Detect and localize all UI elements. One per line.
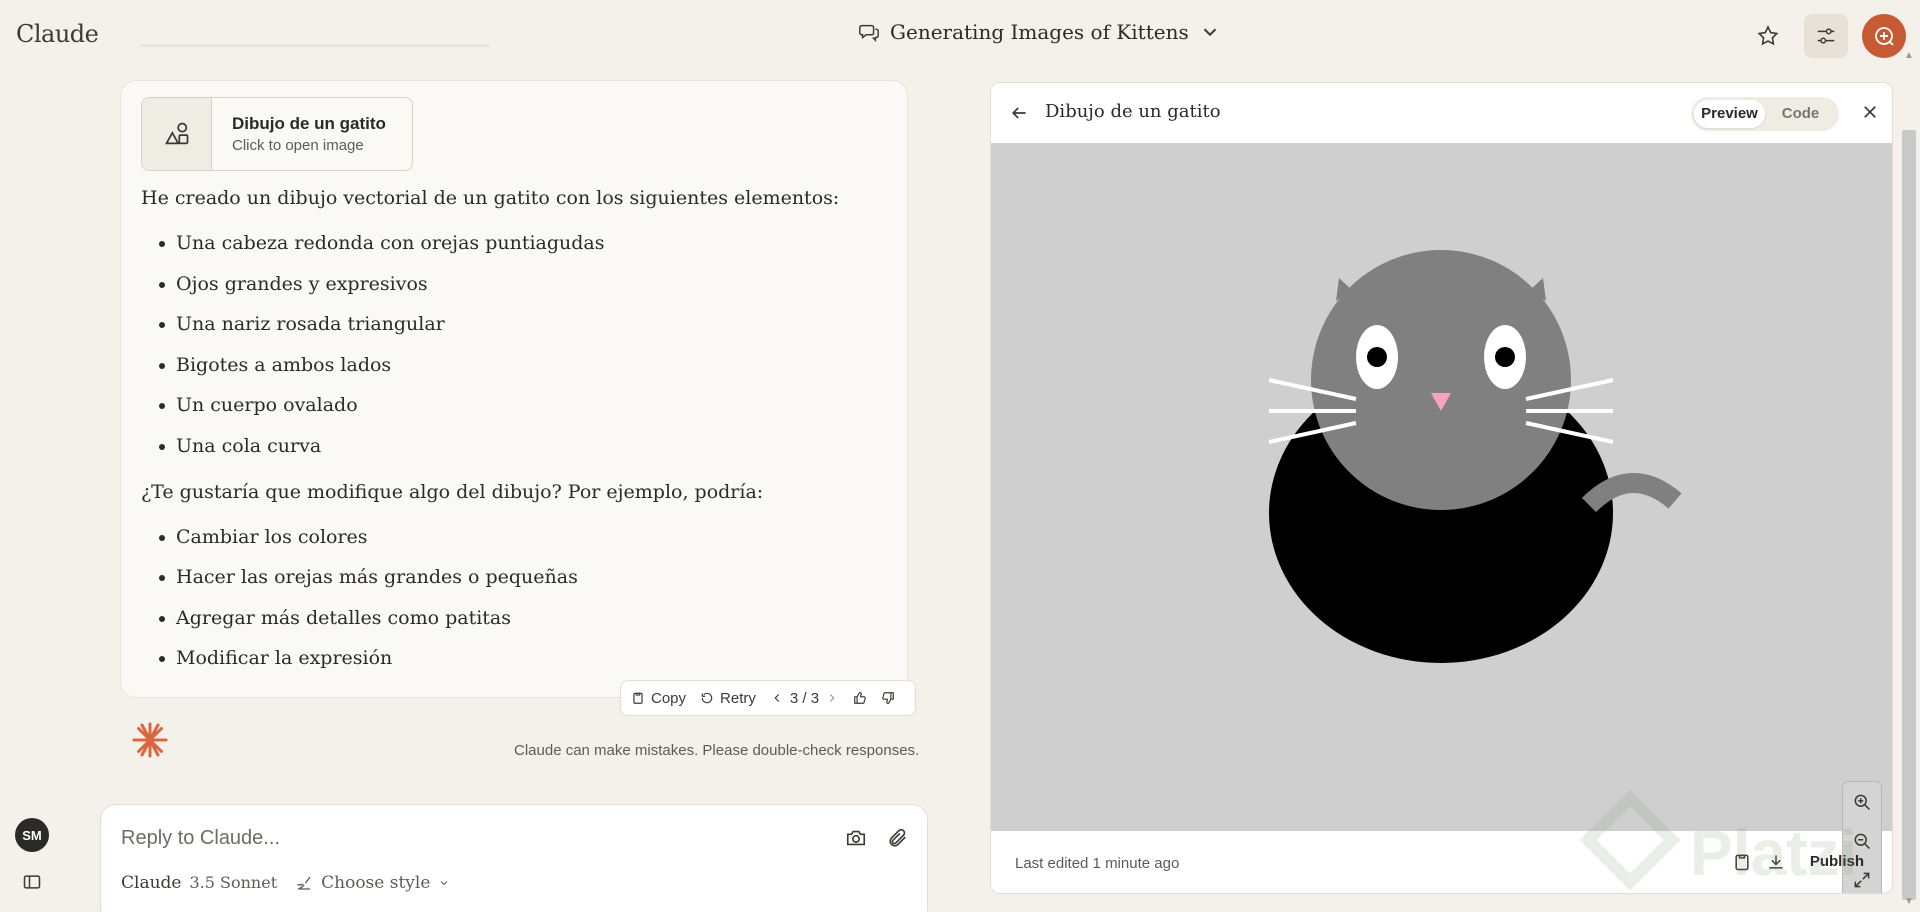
platzi-logo-icon [1579,789,1681,891]
list-item: Agregar más detalles como patitas [141,598,881,639]
model-name: Claude [121,873,182,893]
artifact-title: Dibujo de un gatito [1045,101,1221,122]
message-intro: He creado un dibujo vectorial de un gati… [141,187,840,209]
artifact-header: Dibujo de un gatito Preview Code [991,83,1892,143]
artifact-preview-canvas [991,143,1892,893]
artifact-chip[interactable]: Dibujo de un gatito Click to open image [141,97,413,171]
chevron-left-icon[interactable] [770,691,784,705]
chevron-down-icon [1203,28,1216,37]
kitten-right-pupil [1495,347,1515,367]
claude-asterisk-icon [132,722,168,758]
new-chat-icon [1875,27,1894,46]
response-pager: 3 / 3 [770,690,839,707]
chevron-right-icon[interactable] [825,691,839,705]
list-item: Una nariz rosada triangular [141,304,881,345]
last-edited-text: Last edited 1 minute ago [1015,855,1180,872]
list-item: Hacer las orejas más grandes o pequeñas [141,557,881,598]
view-toggle: Preview Code [1691,97,1839,131]
artifact-chip-subtitle: Click to open image [232,137,364,154]
settings-sliders-button[interactable] [1804,14,1848,58]
artifact-panel: Dibujo de un gatito Preview Code Last ed… [990,82,1893,894]
retry-button[interactable]: Retry [700,690,756,707]
shapes-icon [142,98,212,170]
kitten-drawing [1268,250,1682,663]
kitten-head [1311,250,1571,510]
message-action-bar: Copy Retry 3 / 3 [620,680,916,716]
elements-list: Una cabeza redonda con orejas puntiaguda… [141,223,881,467]
chevron-down-icon [441,881,448,886]
sidebar-toggle-icon[interactable] [22,872,42,892]
paperclip-icon[interactable] [887,827,909,849]
retry-icon [701,692,713,704]
pager-text: 3 / 3 [789,689,820,707]
copy-button[interactable]: Copy [631,690,686,707]
list-item: Una cabeza redonda con orejas puntiaguda… [141,223,881,264]
platzi-watermark: Platzi [1579,789,1910,900]
conversation-title-dropdown[interactable]: Generating Images of Kittens [858,20,1221,44]
thumbs-down-icon [882,692,894,704]
model-selector[interactable]: Claude 3.5 Sonnet [121,873,277,893]
list-item: Cambiar los colores [141,517,881,558]
new-chat-button[interactable] [1862,14,1906,58]
thumbs-up-icon [854,692,866,704]
camera-icon[interactable] [845,827,867,849]
app-logo[interactable]: Claude [16,20,99,48]
reply-input[interactable] [121,827,721,850]
style-brush-icon [297,876,311,890]
kitten-tail [1581,472,1682,513]
list-item: Ojos grandes y expresivos [141,264,881,305]
artifact-chip-title: Dibujo de un gatito [232,114,386,133]
star-icon [1757,25,1779,46]
assistant-message: Dibujo de un gatito Click to open image … [120,80,908,698]
model-version: 3.5 Sonnet [189,873,278,892]
chat-bubbles-icon [859,24,879,43]
conversation-title: Generating Images of Kittens [890,20,1189,44]
tab-code[interactable]: Code [1765,100,1836,128]
clipboard-icon [633,692,643,704]
thumbs-down-button[interactable] [881,691,895,705]
list-item: Modificar la expresión [141,638,881,679]
list-item: Bigotes a ambos lados [141,345,881,386]
list-item: Un cuerpo ovalado [141,385,881,426]
message-body: He creado un dibujo vectorial de un gati… [141,181,881,689]
tab-preview[interactable]: Preview [1694,100,1765,128]
disclaimer-text: Claude can make mistakes. Please double-… [514,742,920,759]
suggestions-list: Cambiar los colores Hacer las orejas más… [141,517,881,679]
user-avatar[interactable]: SM [15,818,49,852]
thumbs-up-button[interactable] [853,691,867,705]
watermark-text: Platzi [1690,817,1858,889]
composer: Claude 3.5 Sonnet Choose style [100,804,928,912]
back-arrow-icon[interactable] [1009,103,1029,123]
sliders-icon [1817,28,1835,44]
style-selector[interactable]: Choose style [295,873,450,893]
previous-message-edge [140,44,490,47]
close-icon[interactable] [1861,103,1879,121]
scrollbar-thumb[interactable] [1902,130,1916,900]
star-button[interactable] [1746,14,1790,58]
top-bar: Claude Generating Images of Kittens [0,0,1920,72]
kitten-left-pupil [1367,347,1387,367]
message-question: ¿Te gustaría que modifique algo del dibu… [141,480,764,503]
list-item: Una cola curva [141,426,881,467]
scroll-up-arrow[interactable]: ▲ [1904,50,1914,61]
